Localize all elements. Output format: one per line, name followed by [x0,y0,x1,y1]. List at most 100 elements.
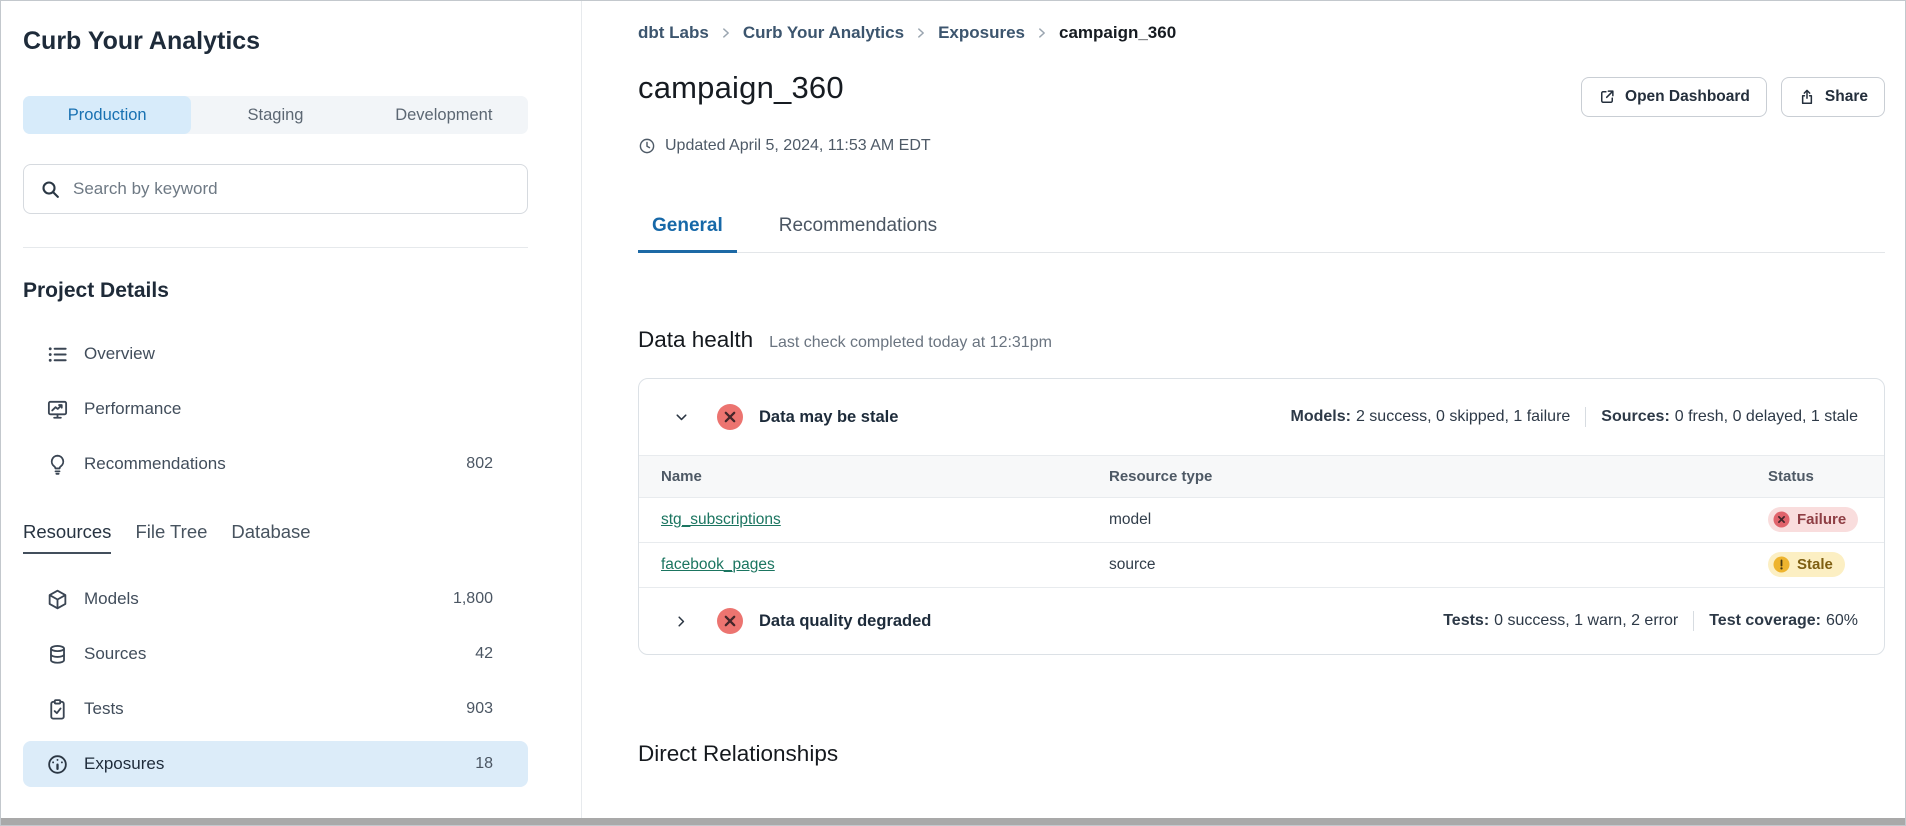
column-header-status: Status [1768,456,1884,498]
sidebar-divider [23,247,528,248]
resource-type-cell: source [1087,543,1768,588]
status-badge-failure: Failure [1768,507,1858,532]
tab-resources[interactable]: Resources [23,521,111,554]
project-name-title: Curb Your Analytics [23,27,528,56]
lightbulb-icon [46,453,69,476]
page-actions: Open Dashboard Share [1581,77,1885,117]
table-row: facebook_pages source Stale [639,543,1884,588]
sidebar-item-models[interactable]: Models 1,800 [23,576,528,622]
sidebar-item-label: Models [84,589,139,609]
resource-view-tabs: Resources File Tree Database [23,521,528,554]
share-label: Share [1825,88,1868,106]
group-title: Data quality degraded [759,612,931,631]
last-updated: Updated April 5, 2024, 11:53 AM EDT [638,137,1885,155]
performance-chart-icon [46,398,69,421]
sidebar-item-label: Tests [84,699,124,719]
group-title: Data may be stale [759,408,898,427]
sidebar-item-exposures[interactable]: Exposures 18 [23,741,528,787]
search-input[interactable] [73,179,511,199]
breadcrumb: dbt Labs Curb Your Analytics Exposures c… [638,23,1885,43]
x-circle-icon [716,607,744,635]
status-badge-label: Failure [1797,511,1846,528]
direct-relationships-heading: Direct Relationships [638,741,1885,767]
search-icon [40,179,61,200]
tab-database[interactable]: Database [231,521,310,554]
stale-resources-table: Name Resource type Status stg_subscripti… [639,455,1884,588]
sidebar-item-tests[interactable]: Tests 903 [23,686,528,732]
tab-recommendations[interactable]: Recommendations [765,215,951,253]
data-health-heading: Data health [638,327,753,353]
sidebar-item-overview[interactable]: Overview [23,331,528,377]
group-stats: Tests: 0 success, 1 warn, 2 error Test c… [1443,611,1858,631]
tab-general[interactable]: General [638,215,737,253]
env-tab-staging[interactable]: Staging [191,96,359,134]
chevron-right-icon [719,26,733,40]
chevron-down-icon [673,409,690,426]
breadcrumb-item-dbt-labs[interactable]: dbt Labs [638,23,709,43]
breadcrumb-item-exposures[interactable]: Exposures [938,23,1025,43]
resource-type-cell: model [1087,498,1768,543]
page-title: campaign_360 [638,70,844,106]
external-link-icon [1598,88,1616,106]
share-button[interactable]: Share [1781,77,1885,117]
status-badge-stale: Stale [1768,552,1845,577]
tab-file-tree[interactable]: File Tree [135,521,207,554]
env-tab-production[interactable]: Production [23,96,191,134]
app-window: Curb Your Analytics Production Staging D… [0,0,1906,826]
x-circle-icon [1773,511,1790,528]
x-circle-icon [716,403,744,431]
sidebar-item-count: 42 [475,645,493,663]
column-header-name: Name [639,456,1087,498]
list-icon [46,343,69,366]
column-header-resource-type: Resource type [1087,456,1768,498]
sidebar-item-label: Recommendations [84,454,226,474]
sidebar: Curb Your Analytics Production Staging D… [1,1,582,818]
stat-label: Tests: [1443,612,1489,630]
table-row: stg_subscriptions model Failure [639,498,1884,543]
status-badge-label: Stale [1797,556,1833,573]
window-bottom-edge [1,818,1905,825]
sidebar-item-count: 802 [466,455,493,473]
open-dashboard-button[interactable]: Open Dashboard [1581,77,1767,117]
database-icon [46,643,69,666]
sidebar-item-label: Exposures [84,754,164,774]
sidebar-item-performance[interactable]: Performance [23,386,528,432]
stat-value: 60% [1826,612,1858,630]
resource-link-stg-subscriptions[interactable]: stg_subscriptions [661,511,781,528]
stat-label: Models: [1291,408,1351,426]
breadcrumb-item-project[interactable]: Curb Your Analytics [743,23,904,43]
open-dashboard-label: Open Dashboard [1625,88,1750,106]
share-icon [1798,88,1816,106]
stat-value: 2 success, 0 skipped, 1 failure [1356,408,1570,426]
sidebar-item-recommendations[interactable]: Recommendations 802 [23,441,528,487]
warning-circle-icon [1773,556,1790,573]
resource-link-facebook-pages[interactable]: facebook_pages [661,556,775,573]
stat-label: Test coverage: [1709,612,1821,630]
sidebar-item-label: Performance [84,399,181,419]
data-health-card: Data may be stale Models: 2 success, 0 s… [638,378,1885,655]
sidebar-item-label: Overview [84,344,155,364]
sidebar-item-count: 903 [466,700,493,718]
sidebar-item-sources[interactable]: Sources 42 [23,631,528,677]
sidebar-item-count: 1,800 [453,590,493,608]
env-tab-development[interactable]: Development [360,96,528,134]
breadcrumb-item-current: campaign_360 [1059,23,1176,43]
search-box[interactable] [23,164,528,214]
environment-switcher: Production Staging Development [23,96,528,134]
gauge-icon [46,753,69,776]
cube-icon [46,588,69,611]
stat-divider [1693,611,1694,631]
stat-divider [1585,407,1586,427]
project-details-list: Overview Performance [23,331,528,487]
chevron-right-icon [914,26,928,40]
stat-label: Sources: [1601,408,1669,426]
stat-value: 0 fresh, 0 delayed, 1 stale [1675,408,1858,426]
data-health-group-quality[interactable]: Data quality degraded Tests: 0 success, … [639,588,1884,654]
data-health-last-check: Last check completed today at 12:31pm [769,334,1052,352]
last-updated-text: Updated April 5, 2024, 11:53 AM EDT [665,137,931,155]
chevron-right-icon [1035,26,1049,40]
sidebar-item-label: Sources [84,644,146,664]
data-health-group-stale[interactable]: Data may be stale Models: 2 success, 0 s… [639,379,1884,455]
sidebar-item-count: 18 [475,755,493,773]
group-stats: Models: 2 success, 0 skipped, 1 failure … [1291,407,1859,427]
